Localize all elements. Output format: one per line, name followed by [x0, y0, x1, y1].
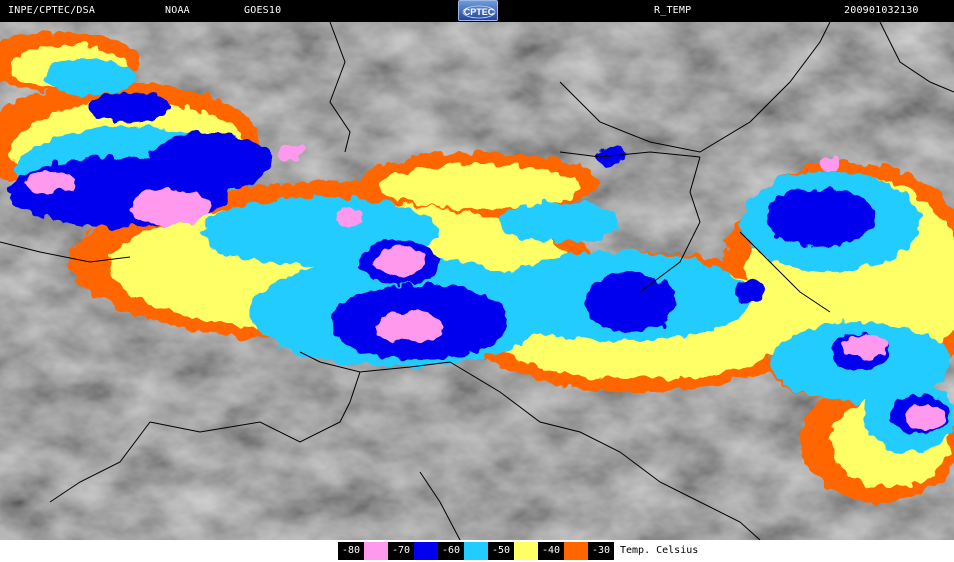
satellite-image-viewer: INPE/CPTEC/DSA NOAA GOES10 CPTEC R_TEMP …	[0, 0, 954, 562]
cptec-logo: CPTEC	[458, 0, 498, 21]
legend-label-0: -80	[338, 542, 364, 560]
legend-swatch-2	[464, 542, 488, 560]
timestamp-label: 200901032130	[844, 5, 919, 16]
legend-swatch-0	[364, 542, 388, 560]
legend-swatch-1	[414, 542, 438, 560]
legend-label-5: -30	[588, 542, 614, 560]
agency-label: NOAA	[165, 5, 190, 16]
image-header-bar: INPE/CPTEC/DSA NOAA GOES10 CPTEC R_TEMP …	[0, 0, 954, 22]
legend-swatch-3	[514, 542, 538, 560]
organization-label: INPE/CPTEC/DSA	[8, 5, 96, 16]
legend-title: Temp. Celsius	[620, 545, 699, 556]
legend-label-2: -60	[438, 542, 464, 560]
legend-label-4: -40	[538, 542, 564, 560]
temperature-legend: -80 -70 -60 -50 -40 -30 Temp. Celsius	[0, 540, 954, 562]
product-label: R_TEMP	[654, 5, 692, 16]
satellite-imagery-map	[0, 22, 954, 540]
legend-swatch-4	[564, 542, 588, 560]
satellite-label: GOES10	[244, 5, 282, 16]
legend-label-3: -50	[488, 542, 514, 560]
legend-label-1: -70	[388, 542, 414, 560]
logo-text: CPTEC	[464, 7, 495, 17]
